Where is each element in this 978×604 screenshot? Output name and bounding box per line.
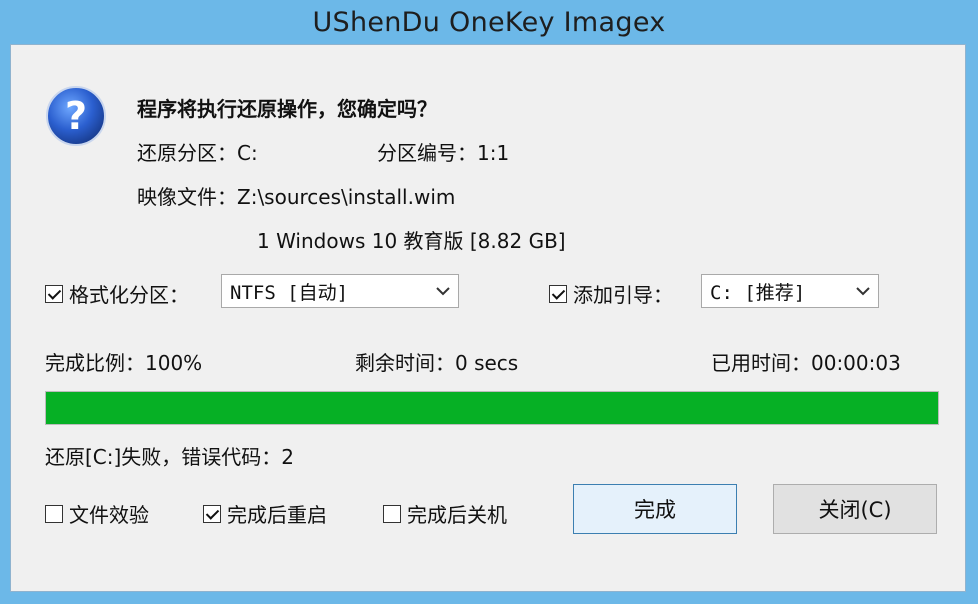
confirm-question: 程序将执行还原操作，您确定吗？ xyxy=(137,97,437,121)
boot-target-select[interactable]: C: [推荐] xyxy=(701,274,879,308)
image-file-path: 映像文件：Z:\sources\install.wim xyxy=(137,185,456,209)
status-message: 还原[C:]失败，错误代码：2 xyxy=(45,445,295,469)
format-partition-option[interactable]: 格式化分区： xyxy=(45,279,189,308)
window-title: UShenDu OneKey Imagex xyxy=(312,6,666,38)
filesystem-select-value: NTFS [自动] xyxy=(230,281,349,304)
filesystem-select[interactable]: NTFS [自动] xyxy=(221,274,459,308)
add-boot-label: 添加引导： xyxy=(573,283,673,307)
elapsed-time: 已用时间：00:00:03 xyxy=(711,351,901,375)
shutdown-after-label: 完成后关机 xyxy=(407,503,507,527)
add-boot-option[interactable]: 添加引导： xyxy=(549,279,673,308)
title-bar[interactable]: UShenDu OneKey Imagex xyxy=(0,0,978,44)
dialog-body: ? 程序将执行还原操作，您确定吗？ 还原分区：C: 分区编号：1:1 映像文件：… xyxy=(10,44,966,592)
boot-target-select-value: C: [推荐] xyxy=(710,281,806,304)
svg-text:?: ? xyxy=(65,94,87,138)
file-verify-option[interactable]: 文件效验 xyxy=(45,499,149,528)
reboot-after-label: 完成后重启 xyxy=(227,503,327,527)
progress-bar xyxy=(45,391,939,425)
format-partition-label: 格式化分区： xyxy=(69,283,189,307)
chevron-down-icon xyxy=(848,286,878,296)
file-verify-label: 文件效验 xyxy=(69,503,149,527)
progress-bar-fill xyxy=(46,392,938,424)
shutdown-after-checkbox[interactable] xyxy=(383,504,401,523)
format-partition-checkbox[interactable] xyxy=(45,284,63,303)
file-verify-checkbox[interactable] xyxy=(45,504,63,523)
finish-button[interactable]: 完成 xyxy=(573,484,737,534)
shutdown-after-option[interactable]: 完成后关机 xyxy=(383,499,507,528)
close-button[interactable]: 关闭(C) xyxy=(773,484,937,534)
add-boot-checkbox[interactable] xyxy=(549,284,567,303)
chevron-down-icon xyxy=(428,286,458,296)
restore-partition-label: 还原分区：C: xyxy=(137,141,258,165)
question-icon: ? xyxy=(46,86,106,146)
image-entry: 1 Windows 10 教育版 [8.82 GB] xyxy=(257,229,566,253)
remaining-time: 剩余时间：0 secs xyxy=(355,351,519,375)
completion-ratio: 完成比例：100% xyxy=(45,351,203,375)
partition-number-label: 分区编号：1:1 xyxy=(377,141,510,165)
reboot-after-checkbox[interactable] xyxy=(203,504,221,523)
reboot-after-option[interactable]: 完成后重启 xyxy=(203,499,327,528)
